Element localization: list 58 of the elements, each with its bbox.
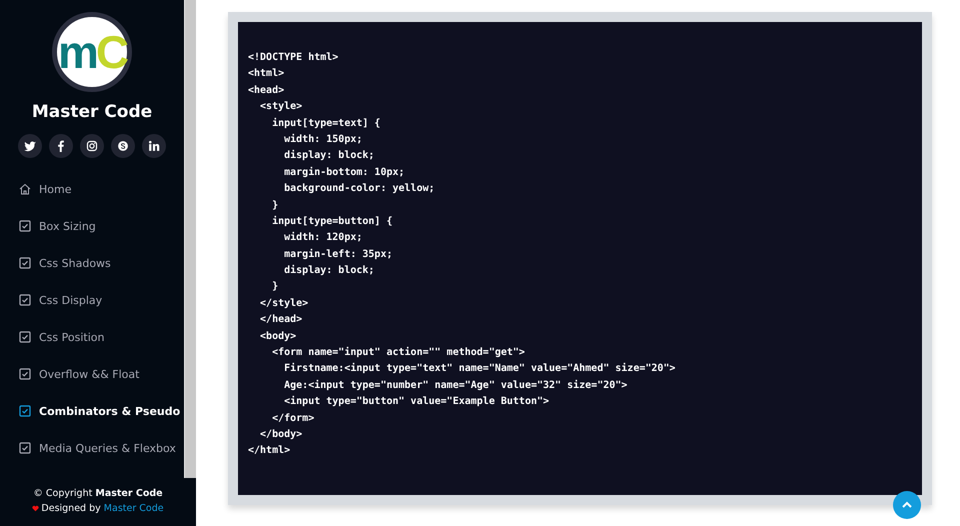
code-line: </html>	[248, 444, 292, 458]
code-line: Firstname:<input type="text" name="Name" value="Ahmed" size="20">	[283, 362, 676, 376]
code-line: </head>	[259, 313, 304, 328]
checkbox-icon	[19, 294, 31, 306]
social-link[interactable]	[18, 134, 42, 158]
back-to-top-button[interactable]	[893, 491, 921, 519]
checkbox-icon	[19, 257, 31, 269]
checkbox-icon	[19, 331, 31, 343]
code-line: display: block;	[283, 148, 376, 164]
social-link[interactable]	[142, 134, 166, 158]
code-line: Age:<input type="number" name="Age" value="32" size="20">	[283, 378, 628, 393]
home-icon	[19, 183, 31, 195]
social-link[interactable]	[111, 134, 136, 158]
credit-text: Designed by Master Code	[41, 503, 164, 514]
code-line: background-color: yellow;	[283, 182, 436, 196]
site-title: Master Code	[32, 102, 152, 122]
nav-item[interactable]: Box Sizing	[19, 217, 184, 235]
code-line: </form>	[271, 412, 316, 426]
code-line: }	[271, 280, 280, 294]
code-line: margin-left: 35px;	[283, 248, 394, 262]
credit-link[interactable]: Master Code	[104, 503, 164, 514]
skype-icon	[117, 140, 130, 152]
nav-item[interactable]: Css Display	[19, 291, 184, 309]
heart-icon	[32, 505, 40, 512]
nav-item[interactable]: Home	[19, 180, 184, 198]
nav-item[interactable]: Overflow && Float	[19, 365, 184, 383]
code-line: input[type=button] {	[271, 214, 394, 229]
code-line: <!DOCTYPE html>	[248, 51, 340, 65]
logo: mC	[52, 12, 132, 92]
social-link[interactable]	[80, 134, 104, 158]
code-line: <form name="input" action="" method="get">	[271, 346, 526, 360]
copyright-text: © Copyright Master Code	[33, 488, 163, 499]
checkbox-icon	[19, 405, 31, 417]
linkedin-icon	[148, 140, 160, 152]
code-line: <style>	[259, 100, 304, 114]
code-line: width: 120px;	[283, 230, 364, 246]
code-line: input[type=text] {	[271, 116, 382, 131]
checkbox-icon	[19, 442, 31, 454]
scrollbar[interactable]	[184, 0, 196, 478]
code-line: display: block;	[283, 264, 376, 278]
code-line: </style>	[259, 296, 310, 311]
checkbox-icon	[19, 220, 31, 232]
code-line: margin-bottom: 10px;	[283, 166, 406, 180]
checkbox-icon	[19, 368, 31, 380]
code-line: </body>	[259, 428, 304, 442]
code-line: <html>	[248, 67, 286, 82]
social-link[interactable]	[49, 134, 74, 158]
instagram-icon	[86, 140, 98, 152]
nav-item[interactable]: Combinators & Pseudo	[19, 402, 184, 420]
code-line: width: 150px;	[283, 132, 364, 147]
code-line: <input type="button" value="Example Button">	[283, 394, 550, 410]
code-line: <body>	[259, 330, 298, 344]
code-line: }	[271, 198, 280, 213]
nav-item[interactable]: Css Position	[19, 328, 184, 346]
twitter-icon	[24, 140, 36, 152]
nav-item[interactable]: Media Queries & Flexbox	[19, 439, 184, 457]
code-line: <head>	[248, 84, 286, 98]
nav-item[interactable]: Css Shadows	[19, 254, 184, 272]
